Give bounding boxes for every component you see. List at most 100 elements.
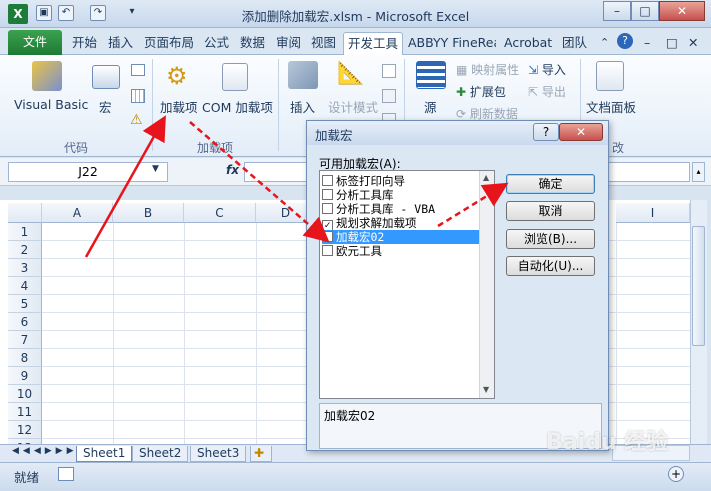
scroll-down-icon[interactable]: ▼ (483, 385, 489, 394)
record-macro-icon[interactable] (131, 64, 145, 76)
source-button[interactable]: 源 (424, 97, 437, 116)
properties-icon[interactable] (382, 64, 396, 78)
tab-home[interactable]: 开始 (68, 32, 101, 55)
ribbon-minimize-icon[interactable]: ⌃ (596, 32, 613, 55)
export-button[interactable]: ⇱ 导出 (528, 83, 566, 100)
restore-window-icon[interactable]: □ (662, 32, 682, 55)
com-addins-button[interactable]: COM 加载项 (202, 97, 273, 116)
close-workbook-icon[interactable]: ✕ (684, 32, 702, 55)
column-header[interactable]: I (616, 203, 690, 223)
addins-dialog: 加载宏 ? ✕ 可用加载宏(A): 标签打印向导 分析工具库 分析工具库 - V… (306, 120, 609, 451)
addin-checkbox[interactable] (322, 245, 333, 256)
visual-basic-button[interactable]: Visual Basic (14, 97, 88, 112)
import-label: 导入 (541, 63, 566, 77)
dialog-help-button[interactable]: ? (533, 123, 559, 141)
row-header[interactable]: 2 (8, 241, 42, 259)
sheet-tab-1[interactable]: Sheet1 (76, 446, 133, 462)
row-header[interactable]: 12 (8, 421, 42, 439)
automation-button[interactable]: 自动化(U)... (506, 256, 595, 276)
addin-label: 分析工具库 - VBA (336, 202, 436, 216)
relative-reference-icon[interactable] (131, 89, 145, 103)
list-item[interactable]: 分析工具库 - VBA (322, 202, 480, 216)
insert-function-icon[interactable]: fx (226, 163, 239, 177)
addins-button[interactable]: 加载项 (160, 97, 198, 116)
row-header[interactable]: 11 (8, 403, 42, 421)
import-button[interactable]: ⇲ 导入 (528, 61, 566, 78)
macro-button[interactable]: 宏 (99, 97, 112, 116)
addins-gear-icon: ⚙ (166, 62, 188, 90)
source-icon (416, 61, 446, 89)
row-header[interactable]: 9 (8, 367, 42, 385)
row-header[interactable]: 1 (8, 223, 42, 241)
row-header[interactable]: 7 (8, 331, 42, 349)
dialog-close-button[interactable]: ✕ (559, 123, 603, 141)
macro-security-icon[interactable]: ⚠ (130, 113, 146, 127)
name-box-dropdown-icon[interactable]: ▼ (152, 164, 159, 174)
column-header[interactable]: B (113, 203, 184, 223)
minimize-button[interactable]: – (603, 1, 631, 21)
macro-record-status-icon[interactable] (58, 467, 74, 481)
addin-label: 欧元工具 (336, 244, 382, 258)
expansion-pack-button[interactable]: ✚ 扩展包 (456, 83, 506, 100)
row-header[interactable]: 3 (8, 259, 42, 277)
row-header[interactable]: 5 (8, 295, 42, 313)
browse-button[interactable]: 浏览(B)... (506, 229, 595, 249)
refresh-icon: ⟳ (456, 107, 470, 121)
com-addins-icon (222, 63, 248, 91)
zoom-in-icon[interactable]: + (668, 466, 684, 482)
close-button[interactable]: ✕ (659, 1, 705, 21)
vertical-scroll-thumb[interactable] (692, 226, 705, 346)
addin-checkbox[interactable] (322, 231, 333, 242)
column-header[interactable]: C (184, 203, 256, 223)
map-properties-button[interactable]: ▦ 映射属性 (456, 61, 519, 78)
restore-icon[interactable]: – (640, 32, 654, 55)
tab-developer[interactable]: 开发工具 (343, 32, 404, 55)
design-mode-button[interactable]: 设计模式 (328, 97, 378, 116)
sheet-tab-2[interactable]: Sheet2 (132, 446, 189, 462)
tab-page-layout[interactable]: 页面布局 (140, 32, 198, 55)
row-header[interactable]: 4 (8, 277, 42, 295)
cancel-button[interactable]: 取消 (506, 201, 595, 221)
list-item-selected[interactable]: 加载宏02 (322, 230, 480, 244)
tab-view[interactable]: 视图 (307, 32, 340, 55)
list-scrollbar[interactable]: ▲ ▼ (479, 171, 494, 398)
list-item[interactable]: 分析工具库 (322, 188, 480, 202)
tab-review[interactable]: 审阅 (272, 32, 305, 55)
tab-data[interactable]: 数据 (236, 32, 269, 55)
document-panel-button[interactable]: 文档面板 (586, 97, 636, 116)
list-item[interactable]: ✓ 规划求解加载项 (322, 216, 480, 231)
sheet-tab-3[interactable]: Sheet3 (190, 446, 247, 462)
insert-sheet-icon[interactable]: ✚ (250, 446, 272, 462)
tab-insert[interactable]: 插入 (104, 32, 137, 55)
sheet-nav-arrows[interactable]: ◀◀◀▶▶▶ (12, 446, 78, 456)
column-header[interactable]: A (42, 203, 113, 223)
group-label-addins: 加载项 (196, 141, 233, 155)
tab-team[interactable]: 团队 (558, 32, 591, 55)
expansion-pack-label: 扩展包 (469, 85, 506, 99)
addin-checkbox[interactable] (322, 189, 333, 200)
addin-checkbox[interactable] (322, 175, 333, 186)
select-all-corner[interactable] (8, 203, 42, 223)
addin-list[interactable]: 标签打印向导 分析工具库 分析工具库 - VBA ✓ 规划求解加载项 加载宏02 … (319, 170, 495, 399)
name-box[interactable]: J22 (8, 162, 168, 182)
maximize-button[interactable]: □ (631, 1, 659, 21)
expand-formula-icon[interactable]: ▴ (692, 162, 705, 182)
help-icon[interactable]: ? (617, 33, 633, 49)
ok-button[interactable]: 确定 (506, 174, 595, 194)
tab-acrobat[interactable]: Acrobat (500, 32, 556, 55)
document-panel-icon (596, 61, 624, 91)
insert-controls-button[interactable]: 插入 (290, 97, 315, 116)
row-header[interactable]: 10 (8, 385, 42, 403)
tab-formulas[interactable]: 公式 (200, 32, 233, 55)
list-item[interactable]: 欧元工具 (322, 244, 480, 258)
scroll-up-icon[interactable]: ▲ (483, 173, 489, 182)
row-header[interactable]: 6 (8, 313, 42, 331)
row-header[interactable]: 8 (8, 349, 42, 367)
addin-label: 分析工具库 (336, 188, 394, 202)
tab-file[interactable]: 文件 (8, 30, 62, 55)
list-item[interactable]: 标签打印向导 (322, 174, 480, 188)
grid-line (616, 223, 617, 444)
addin-checkbox[interactable] (322, 203, 333, 214)
tab-abbyy[interactable]: ABBYY FineRea (404, 32, 496, 55)
view-code-icon[interactable] (382, 89, 396, 103)
